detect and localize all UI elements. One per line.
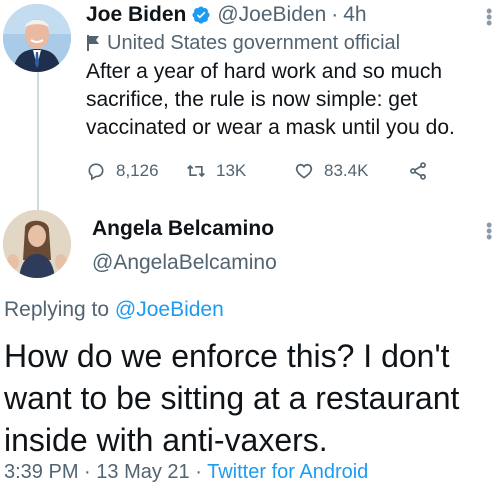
replying-to-prefix: Replying to <box>4 298 110 321</box>
tweet-timestamp[interactable]: 4h <box>343 2 366 28</box>
tweet-time[interactable]: 3:39 PM <box>4 461 78 483</box>
replying-to-mention[interactable]: @JoeBiden <box>115 298 224 321</box>
like-count: 83.4K <box>324 161 369 180</box>
share-icon <box>410 162 426 180</box>
author-name[interactable]: Joe Biden <box>86 2 186 28</box>
reply-tweet-text: How do we enforce this? I don't want to … <box>4 338 460 458</box>
tweet-text: After a year of hard work and so much sa… <box>86 60 455 139</box>
author-handle[interactable]: @JoeBiden <box>217 2 326 28</box>
verified-badge-icon <box>192 6 210 24</box>
tweet-metadata: 3:39 PM · 13 May 21 · Twitter for Androi… <box>4 458 368 486</box>
more-options-icon[interactable]: • • • <box>486 216 492 246</box>
original-tweet: Joe Biden @JoeBiden · 4h • • • United Stat… <box>0 0 500 205</box>
tweet-date[interactable]: 13 May 21 <box>96 461 189 483</box>
retweet-icon <box>187 164 205 178</box>
avatar[interactable] <box>3 210 71 278</box>
separator-dot: · <box>195 461 202 483</box>
reply-button[interactable]: 8,126 <box>86 161 159 181</box>
separator-dot: · <box>84 461 91 483</box>
tweet-header: Joe Biden @JoeBiden · 4h <box>86 2 367 28</box>
avatar[interactable] <box>3 4 71 72</box>
like-button[interactable]: 83.4K <box>294 161 368 181</box>
retweet-button[interactable]: 13K <box>186 161 246 181</box>
reply-count: 8,126 <box>116 161 159 180</box>
reply-author-handle[interactable]: @AngelaBelcamino <box>92 250 277 276</box>
separator-dot: · <box>331 3 339 26</box>
reply-icon <box>88 163 104 181</box>
more-options-icon[interactable]: • • • <box>486 2 492 32</box>
retweet-count: 13K <box>216 161 247 180</box>
replying-to-line: Replying to @JoeBiden <box>4 296 224 324</box>
tweet-actions: 8,126 13K 83.4K <box>86 158 446 184</box>
government-label: United States government official <box>86 30 400 56</box>
heart-icon <box>295 163 313 179</box>
government-label-text: United States government official <box>107 32 401 54</box>
tweet-source[interactable]: Twitter for Android <box>207 461 368 483</box>
share-button[interactable] <box>408 161 438 181</box>
reply-author-name[interactable]: Angela Belcamino <box>92 216 274 242</box>
flag-icon <box>87 35 99 51</box>
